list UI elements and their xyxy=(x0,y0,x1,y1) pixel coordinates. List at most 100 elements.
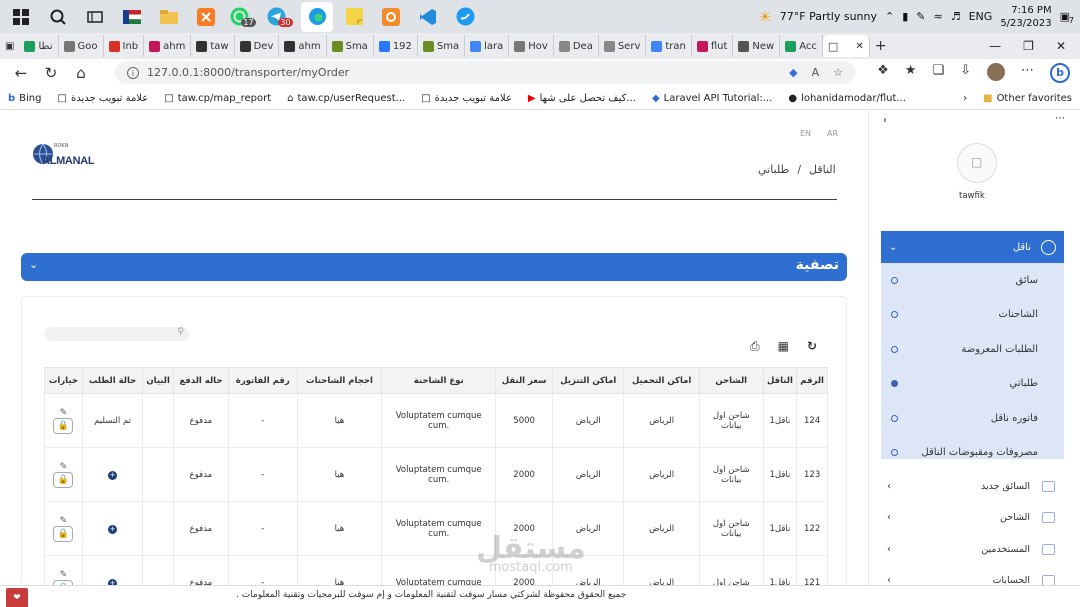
browser-tab[interactable]: taw xyxy=(191,35,235,57)
new-tab-button[interactable]: + xyxy=(870,35,892,57)
bookmark-new-tab-1[interactable]: □ علامة تبويب جديدة xyxy=(50,93,157,104)
collections-icon[interactable]: ❏ xyxy=(932,63,944,83)
browser-tab[interactable]: Acc xyxy=(780,35,823,57)
info-icon[interactable]: i xyxy=(127,66,139,79)
column-header[interactable]: حاله الدفع xyxy=(172,367,229,394)
extensions-icon[interactable]: ❖ xyxy=(877,63,889,83)
bookmark-github[interactable]: ● lohanidamodar/flut... xyxy=(780,93,914,104)
sidebar-item[interactable]: المستخدمين › xyxy=(887,534,1055,564)
minimize-icon[interactable]: — xyxy=(989,39,1001,53)
start-button[interactable] xyxy=(5,2,37,32)
bookmark-other-favorites[interactable]: ■ Other favorites xyxy=(975,93,1080,104)
favorite-star-icon[interactable]: ☆ xyxy=(833,66,843,79)
bookmark-user-request[interactable]: ⌂ taw.cp/userRequest... xyxy=(279,93,413,104)
sidebar-group-carrier[interactable]: ⌄ ناقل xyxy=(881,231,1064,263)
downloads-icon[interactable]: ⇩ xyxy=(960,63,971,83)
tab-active[interactable]: □ ✕ xyxy=(822,35,870,57)
address-bar[interactable]: i 127.0.0.1:8000/transporter/myOrder ◆ A… xyxy=(115,61,855,84)
sidebar-item[interactable]: السائق جديد › xyxy=(887,471,1055,501)
browser-tab[interactable]: ahm xyxy=(279,35,327,57)
chevron-right-icon[interactable]: › xyxy=(955,93,975,104)
submenu-item[interactable]: الشاحنات xyxy=(881,298,1064,332)
column-header[interactable]: خيارات xyxy=(44,367,83,394)
notification-icon[interactable]: ▣ 7 xyxy=(1060,10,1074,25)
tag-icon[interactable]: ◆ xyxy=(789,66,797,79)
chevron-up-icon[interactable]: ⌃ xyxy=(885,10,894,23)
browser-tab[interactable]: flut xyxy=(692,35,734,57)
sidebar-more-icon[interactable]: ⋯ xyxy=(1055,113,1065,124)
bookmark-laravel[interactable]: ◆ Laravel API Tutorial:... xyxy=(644,93,780,104)
column-header[interactable]: الشاحن xyxy=(698,367,764,394)
reload-icon[interactable]: ↻ xyxy=(807,339,817,354)
browser-tab[interactable]: Dea xyxy=(554,35,599,57)
back-icon[interactable]: ← xyxy=(6,64,36,82)
browser-tab[interactable]: ahm xyxy=(144,35,192,57)
lock-icon[interactable]: 🔒 xyxy=(53,525,74,542)
vscode-icon[interactable] xyxy=(412,2,444,32)
column-header[interactable]: اماكن التنزيل xyxy=(552,367,625,394)
close-tab-icon[interactable]: ✕ xyxy=(855,41,863,52)
bookmark-youtube[interactable]: ▶ كيف تحصل على شها... xyxy=(520,93,644,104)
tab-actions-icon[interactable]: ▣ xyxy=(0,35,19,57)
collapse-sidebar-icon[interactable]: ‹ xyxy=(883,115,887,126)
bookmark-new-tab-2[interactable]: □ علامة تبويب جديدة xyxy=(413,93,520,104)
home-icon[interactable]: ⌂ xyxy=(66,64,96,82)
bing-icon[interactable]: b xyxy=(1050,63,1070,83)
lock-icon[interactable]: 🔒 xyxy=(53,471,74,488)
edit-icon[interactable]: ✎ xyxy=(45,570,82,580)
export-excel-icon[interactable]: ▦ xyxy=(778,339,789,354)
search-icon[interactable] xyxy=(42,2,74,32)
table-search-input[interactable]: ⚲ xyxy=(44,327,189,341)
read-aloud-icon[interactable]: A xyxy=(812,66,820,79)
twitter-icon[interactable] xyxy=(449,2,481,32)
flag-app-icon[interactable] xyxy=(116,2,148,32)
column-header[interactable]: نوع الشاحنة xyxy=(381,367,497,394)
column-header[interactable]: الرقم xyxy=(796,367,828,394)
telegram-icon[interactable]: 30 xyxy=(264,2,296,32)
submenu-item[interactable]: مصروفات ومقبوضات الناقل xyxy=(881,436,1064,470)
submenu-item[interactable]: الطلبات المعروضة xyxy=(881,332,1064,366)
edit-icon[interactable]: ✎ xyxy=(45,462,82,472)
browser-tab[interactable]: Sma xyxy=(327,35,374,57)
browser-tab[interactable]: 192 xyxy=(374,35,418,57)
column-header[interactable]: سعر النقل xyxy=(495,367,554,394)
lock-icon[interactable]: 🔒 xyxy=(53,417,74,434)
add-status-icon[interactable]: + xyxy=(108,524,118,534)
browser-tab[interactable]: lara xyxy=(465,35,510,57)
column-header[interactable]: رقم الفاتورة xyxy=(227,367,298,394)
browser-tab[interactable]: New xyxy=(733,35,781,57)
avatar[interactable]: □ xyxy=(957,143,997,183)
task-view-icon[interactable] xyxy=(79,2,111,32)
browser-tab[interactable]: Dev xyxy=(235,35,280,57)
restore-icon[interactable]: ❐ xyxy=(1023,39,1034,53)
favorites-icon[interactable]: ★ xyxy=(905,63,917,83)
browser-tab[interactable]: نطا xyxy=(19,35,59,57)
office-app-icon[interactable] xyxy=(375,2,407,32)
lang-ar-link[interactable]: AR xyxy=(827,129,838,138)
column-header[interactable]: احجام الشاحنات xyxy=(296,367,383,394)
browser-tab[interactable]: Sma xyxy=(418,35,466,57)
browser-tab[interactable]: Hov xyxy=(509,35,554,57)
whatsapp-icon[interactable]: 17 xyxy=(227,2,259,32)
volume-icon[interactable]: ♬ xyxy=(951,10,961,23)
column-header[interactable]: حالة الطلب xyxy=(81,367,144,394)
more-icon[interactable]: ⋯ xyxy=(1021,63,1034,83)
breadcrumb-root[interactable]: الناقل xyxy=(809,163,836,176)
language-indicator[interactable]: ENG xyxy=(969,10,993,23)
edit-icon[interactable]: ✎ xyxy=(45,516,82,526)
bookmark-bing[interactable]: b Bing xyxy=(0,93,50,104)
sticky-notes-icon[interactable] xyxy=(338,2,370,32)
add-status-icon[interactable]: + xyxy=(108,470,118,480)
browser-tab[interactable]: Inb xyxy=(104,35,145,57)
print-icon[interactable]: ⎙ xyxy=(750,339,760,354)
browser-tab[interactable]: Goo xyxy=(59,35,104,57)
browser-tab[interactable]: Serv xyxy=(599,35,647,57)
browser-tab[interactable]: tran xyxy=(646,35,692,57)
bookmark-map-report[interactable]: □ taw.cp/map_report xyxy=(156,93,279,104)
submenu-item[interactable]: فاتوره ناقل xyxy=(881,401,1064,435)
refresh-icon[interactable]: ↻ xyxy=(36,64,66,82)
chevron-down-icon[interactable]: ⌄ xyxy=(29,258,38,271)
file-explorer-icon[interactable] xyxy=(153,2,185,32)
edit-icon[interactable]: ✎ xyxy=(45,408,82,418)
filter-bar[interactable]: ⌄ تصفية xyxy=(21,253,847,281)
